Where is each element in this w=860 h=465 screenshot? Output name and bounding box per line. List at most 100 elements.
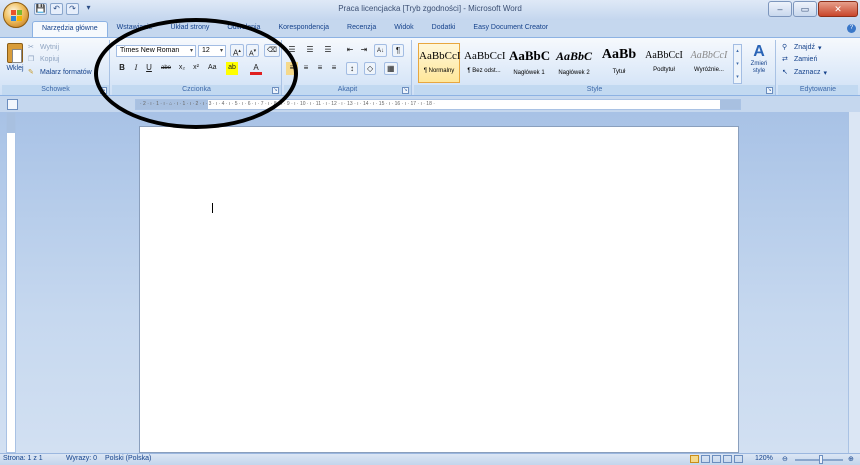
ruler-area: · 2 · ı · 1 · ı · ⌂ · ı · 1 · ı · 2 · ı … (0, 97, 860, 112)
copy-label: Kopiuj (40, 56, 60, 63)
shading-button[interactable]: ◇ (364, 62, 377, 75)
font-name-combo[interactable]: Times New Roman ▾ (116, 45, 196, 57)
superscript-button[interactable]: x² (190, 62, 202, 75)
vertical-ruler[interactable] (6, 112, 16, 453)
ribbon-tabs: Narzędzia główne Wstawianie Układ strony… (32, 21, 557, 37)
style-name: Nagłówek 2 (558, 70, 590, 76)
zoom-in-icon[interactable]: ⊕ (848, 455, 854, 463)
subscript-button[interactable]: x₂ (176, 62, 188, 75)
font-size-value: 12 (202, 47, 210, 54)
font-size-combo[interactable]: 12 ▾ (198, 45, 226, 57)
style-heading-2[interactable]: AaBbC Nagłówek 2 (553, 43, 595, 83)
vertical-scrollbar[interactable] (848, 112, 860, 453)
styles-group-label: Style (414, 85, 775, 95)
copy-button[interactable]: ❐ Kopiuj (28, 55, 59, 64)
outline-view-icon[interactable] (723, 455, 732, 463)
web-layout-view-icon[interactable] (712, 455, 721, 463)
style-subtitle[interactable]: AaBbCcI Podtytuł (643, 43, 685, 83)
help-icon[interactable]: ? (847, 24, 856, 33)
font-launcher-icon[interactable]: ↘ (272, 87, 279, 94)
borders-button[interactable]: ▦ (384, 62, 398, 75)
tab-home[interactable]: Narzędzia główne (32, 21, 108, 37)
align-right-button[interactable]: ≡ (314, 62, 326, 75)
format-painter-label: Malarz formatów (40, 69, 92, 76)
replace-button[interactable]: ⇄ Zamień (782, 55, 817, 64)
tab-insert[interactable]: Wstawianie (108, 21, 162, 37)
zoom-out-icon[interactable]: ⊖ (782, 455, 788, 463)
bullets-button[interactable]: ☰ (286, 44, 298, 57)
document-area (0, 112, 860, 453)
clipboard-group: Wklej ✂ Wytnij ❐ Kopiuj ✎ Malarz formató… (2, 40, 110, 95)
word-count[interactable]: Wyrazy: 0 (66, 455, 97, 462)
tab-page-layout[interactable]: Układ strony (161, 21, 218, 37)
maximize-button[interactable]: ▭ (793, 1, 817, 17)
underline-button[interactable]: U (143, 62, 155, 75)
align-left-button[interactable]: ≡ (286, 62, 298, 75)
zoom-level[interactable]: 120% (755, 455, 773, 462)
strikethrough-button[interactable]: abe (159, 62, 173, 75)
style-name: ¶ Bez odst... (467, 68, 501, 74)
justify-button[interactable]: ≡ (328, 62, 340, 75)
increase-indent-button[interactable]: ⇥ (358, 44, 370, 57)
font-color-button[interactable]: A (250, 62, 262, 75)
tab-selector-button[interactable] (7, 99, 18, 110)
change-styles-button[interactable]: A Zmień style (745, 43, 773, 75)
paragraph-launcher-icon[interactable]: ↘ (402, 87, 409, 94)
style-normal[interactable]: AaBbCcI ¶ Normalny (418, 43, 461, 83)
tab-review[interactable]: Recenzja (338, 21, 385, 37)
paste-button[interactable]: Wklej (6, 43, 24, 72)
full-screen-view-icon[interactable] (701, 455, 710, 463)
close-button[interactable]: ✕ (818, 1, 858, 17)
numbering-button[interactable]: ☰ (304, 44, 316, 57)
style-sample: AaBbCcI (690, 50, 728, 61)
format-painter-button[interactable]: ✎ Malarz formatów (28, 68, 92, 77)
style-no-spacing[interactable]: AaBbCcI ¶ Bez odst... (463, 43, 506, 83)
style-heading-1[interactable]: AaBbC Nagłówek 1 (508, 43, 550, 83)
page-count[interactable]: Strona: 1 z 1 (3, 455, 43, 462)
replace-label: Zamień (794, 56, 818, 63)
select-button[interactable]: ↖ Zaznacz ▾ (782, 68, 827, 77)
document-page[interactable] (139, 126, 739, 453)
find-button[interactable]: ⚲ Znajdź ▾ (782, 43, 822, 52)
print-layout-view-icon[interactable] (690, 455, 699, 463)
center-button[interactable]: ≡ (300, 62, 312, 75)
tab-mailings[interactable]: Korespondencja (269, 21, 338, 37)
show-formatting-button[interactable]: ¶ (392, 44, 404, 57)
italic-button[interactable]: I (130, 62, 142, 75)
font-group-label: Czcionka (112, 85, 281, 95)
horizontal-ruler[interactable]: · 2 · ı · 1 · ı · ⌂ · ı · 1 · ı · 2 · ı … (135, 99, 741, 110)
change-case-button[interactable]: Aa (206, 62, 219, 75)
style-gallery-scroll[interactable]: ▴ ▾ ▾ (733, 44, 742, 84)
office-button[interactable] (3, 2, 29, 28)
word-window: 💾 ↶ ↷ ▾ Praca licencjacka [Tryb zgodnośc… (0, 0, 860, 465)
style-sample: AaBbCcI (464, 50, 506, 62)
chevron-down-icon: ▾ (818, 44, 822, 52)
tab-references[interactable]: Odwołania (218, 21, 269, 37)
clipboard-launcher-icon[interactable]: ↘ (100, 87, 107, 94)
copy-icon: ❐ (28, 56, 35, 63)
style-emphasis[interactable]: AaBbCcI Wyróżnie... (688, 43, 730, 83)
tab-easy-document-creator[interactable]: Easy Document Creator (464, 21, 557, 37)
clear-formatting-button[interactable]: ⌫ (264, 44, 280, 57)
tab-view[interactable]: Widok (385, 21, 422, 37)
office-logo-icon (11, 10, 22, 21)
zoom-slider-knob[interactable] (819, 455, 823, 464)
minimize-button[interactable]: ‒ (768, 1, 792, 17)
line-spacing-button[interactable]: ↕ (346, 62, 358, 75)
styles-launcher-icon[interactable]: ↘ (766, 87, 773, 94)
draft-view-icon[interactable] (734, 455, 743, 463)
highlight-button[interactable]: ab (226, 62, 238, 75)
multilevel-list-button[interactable]: ☰ (322, 44, 334, 57)
cut-button[interactable]: ✂ Wytnij (28, 43, 59, 52)
decrease-indent-button[interactable]: ⇤ (344, 44, 356, 57)
select-label: Zaznacz (794, 69, 821, 76)
language-indicator[interactable]: Polski (Polska) (105, 455, 151, 462)
sort-button[interactable]: A↓ (374, 44, 388, 57)
style-title[interactable]: AaBb Tytuł (598, 43, 640, 83)
tab-addins[interactable]: Dodatki (423, 21, 465, 37)
bold-button[interactable]: B (116, 62, 128, 75)
cut-label: Wytnij (40, 44, 59, 51)
grow-font-button[interactable]: A▴ (230, 44, 244, 58)
shrink-font-button[interactable]: A▾ (246, 44, 260, 57)
paragraph-group: ☰ ☰ ☰ ⇤ ⇥ A↓ ¶ ≡ ≡ ≡ ≡ ↕ ◇ ▦ Akapit ↘ (284, 40, 412, 95)
